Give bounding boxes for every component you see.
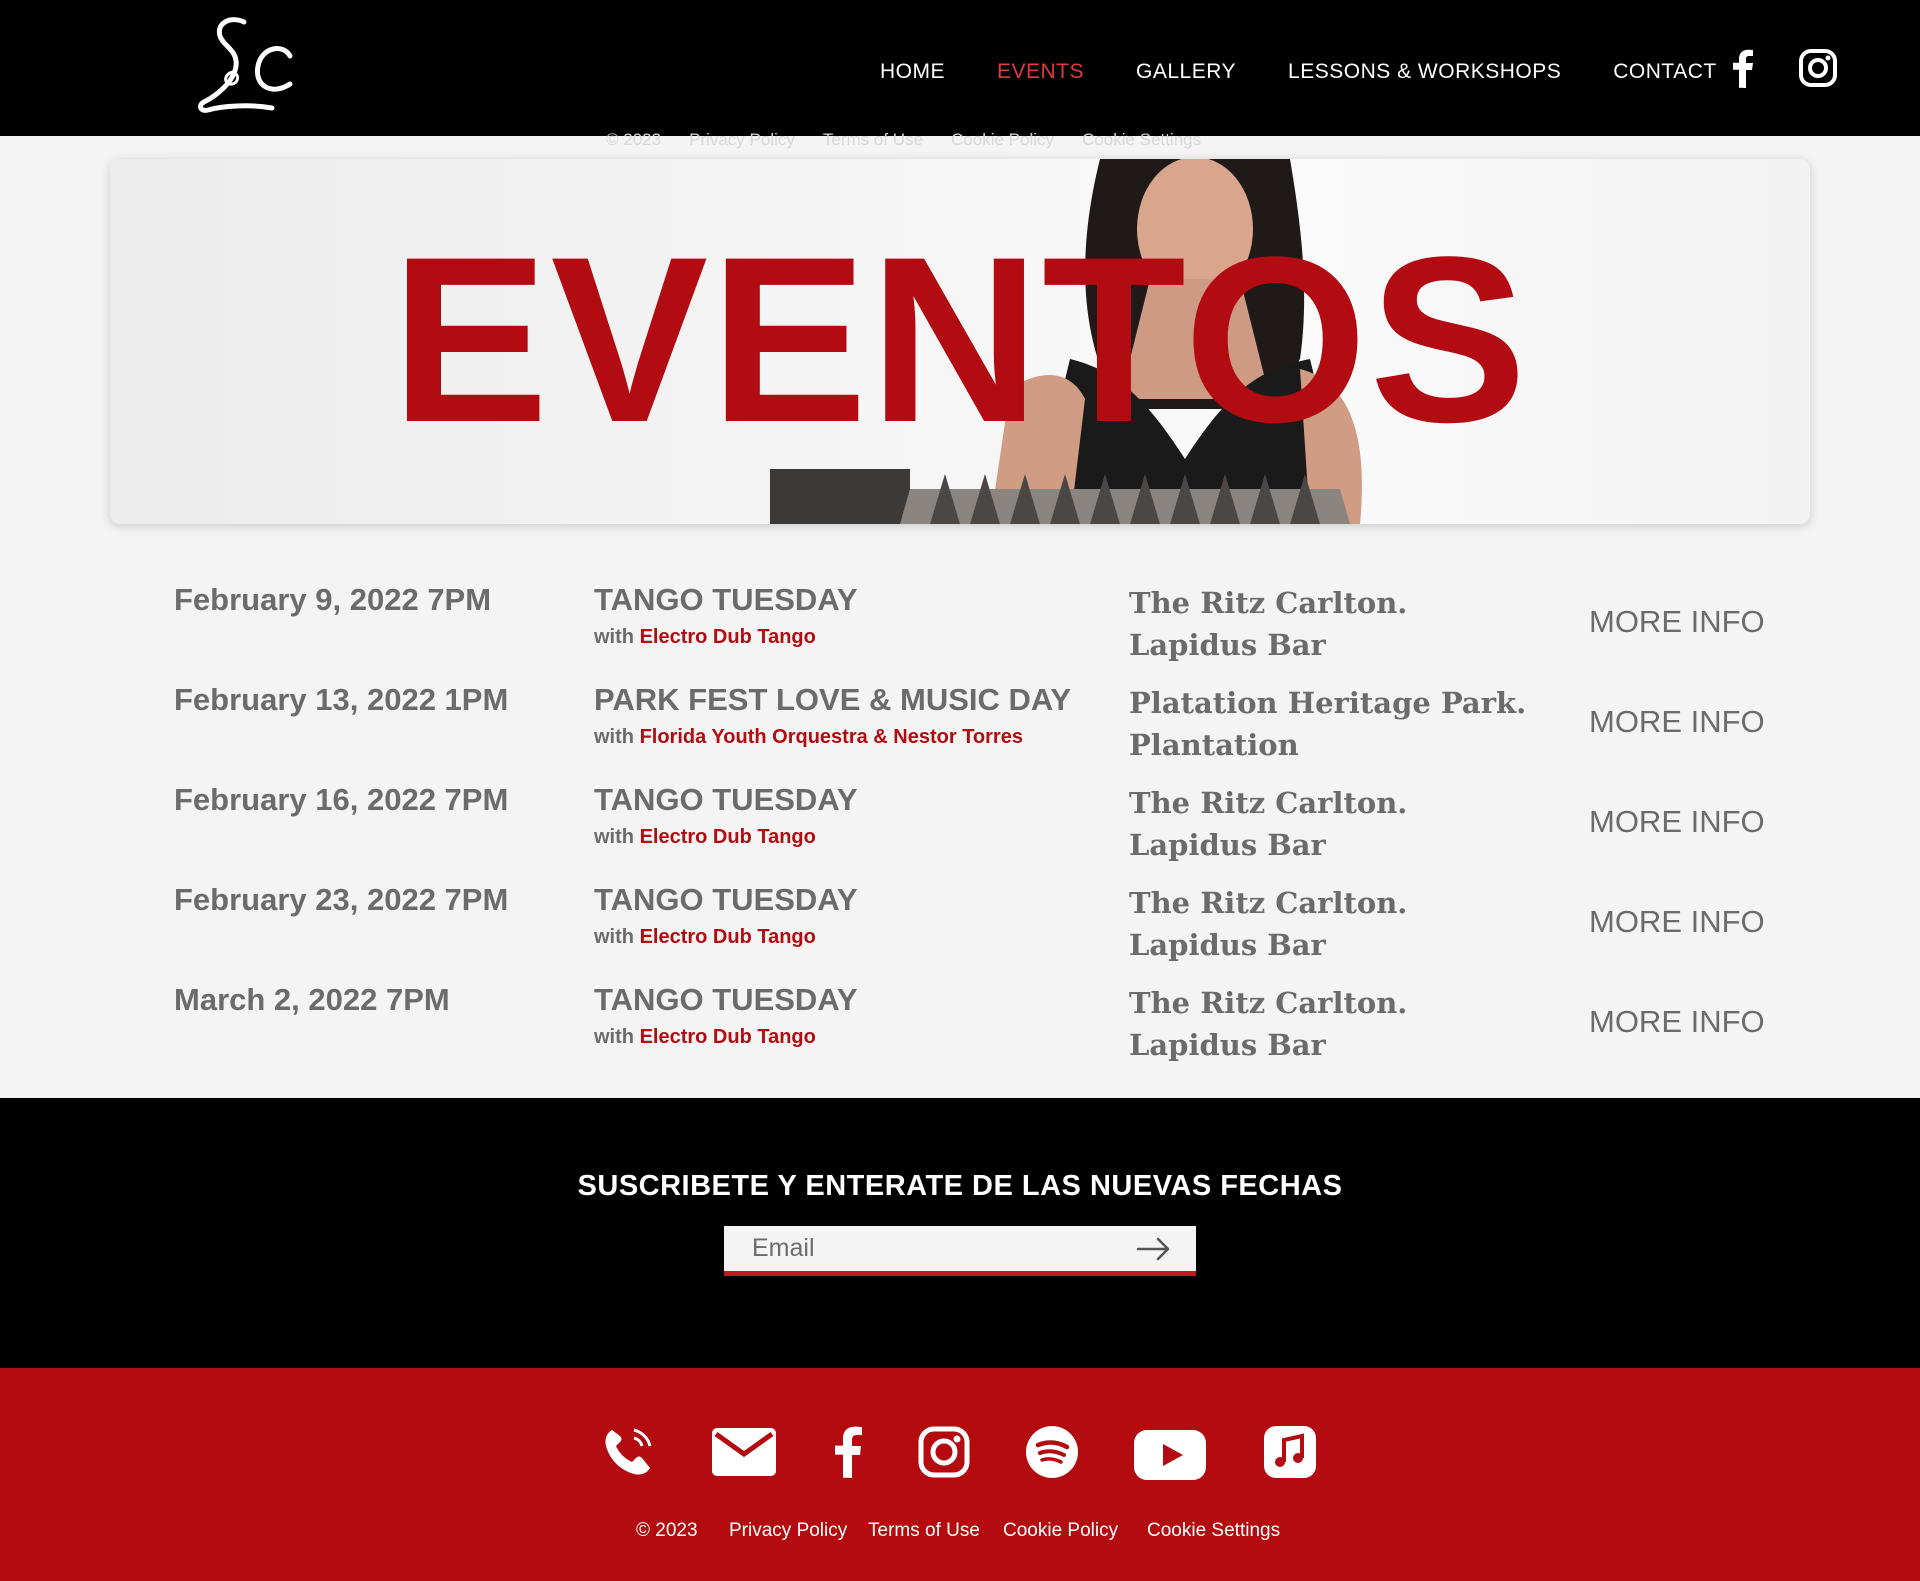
ghost-cookie-settings: Cookie Settings — [1082, 130, 1202, 149]
event-name: TANGO TUESDAY — [594, 582, 858, 617]
terms-of-use-link[interactable]: Terms of Use — [868, 1520, 980, 1542]
event-performer: with Electro Dub Tango — [594, 926, 816, 949]
more-info-link[interactable]: MORE INFO — [1589, 1004, 1765, 1040]
event-date: February 23, 2022 7PM — [174, 882, 509, 917]
event-row: February 9, 2022 7PM TANGO TUESDAY with … — [174, 582, 1774, 682]
more-info-link[interactable]: MORE INFO — [1589, 704, 1765, 740]
nav-contact[interactable]: CONTACT — [1613, 60, 1716, 84]
event-venue: The Ritz Carlton. Lapidus Bar — [1129, 982, 1407, 1066]
spotify-icon[interactable] — [1026, 1426, 1078, 1478]
phone-icon[interactable] — [602, 1426, 654, 1478]
event-performer: with Florida Youth Orquestra & Nestor To… — [594, 726, 1023, 749]
venue-line-2: Lapidus Bar — [1129, 928, 1326, 962]
events-list: February 9, 2022 7PM TANGO TUESDAY with … — [174, 582, 1774, 1082]
venue-line-2: Lapidus Bar — [1129, 828, 1326, 862]
event-date: February 16, 2022 7PM — [174, 782, 509, 817]
event-performer: with Electro Dub Tango — [594, 826, 816, 849]
event-row: March 2, 2022 7PM TANGO TUESDAY with Ele… — [174, 982, 1774, 1082]
youtube-icon[interactable] — [1134, 1430, 1206, 1480]
event-venue: The Ritz Carlton. Lapidus Bar — [1129, 582, 1407, 666]
artist-name: Electro Dub Tango — [639, 1026, 816, 1048]
event-performer: with Electro Dub Tango — [594, 1026, 816, 1049]
ghost-copyright: © 2023 — [606, 130, 662, 149]
hero-photo-bandoneon-player — [770, 159, 1362, 524]
ghost-cookie-policy: Cookie Policy — [951, 130, 1055, 149]
privacy-policy-link[interactable]: Privacy Policy — [729, 1520, 847, 1542]
footer-links: © 2023 Privacy Policy Terms of Use Cooki… — [0, 1520, 1920, 1544]
artist-name: Electro Dub Tango — [639, 926, 816, 948]
with-label: with — [594, 726, 634, 748]
with-label: with — [594, 926, 634, 948]
venue-line-1: Platation Heritage Park. — [1129, 686, 1527, 720]
nav-home[interactable]: HOME — [880, 60, 945, 84]
instagram-icon[interactable] — [1798, 48, 1838, 88]
venue-line-1: The Ritz Carlton. — [1129, 786, 1408, 820]
venue-line-1: The Ritz Carlton. — [1129, 586, 1408, 620]
ghost-terms: Terms of Use — [822, 130, 924, 149]
site-footer: © 2023 Privacy Policy Terms of Use Cooki… — [0, 1368, 1920, 1581]
event-row: February 23, 2022 7PM TANGO TUESDAY with… — [174, 882, 1774, 982]
event-row: February 13, 2022 1PM PARK FEST LOVE & M… — [174, 682, 1774, 782]
nav-events[interactable]: EVENTS — [997, 60, 1084, 84]
artist-name: Florida Youth Orquestra & Nestor Torres — [639, 726, 1023, 748]
event-venue: Platation Heritage Park. Plantation — [1129, 682, 1526, 766]
event-venue: The Ritz Carlton. Lapidus Bar — [1129, 882, 1407, 966]
event-row: February 16, 2022 7PM TANGO TUESDAY with… — [174, 782, 1774, 882]
ghost-privacy: Privacy Policy — [689, 130, 795, 149]
main-nav: HOME EVENTS GALLERY LESSONS & WORKSHOPS … — [880, 60, 1765, 84]
mail-icon[interactable] — [712, 1428, 776, 1476]
subscribe-section: SUSCRIBETE Y ENTERATE DE LAS NUEVAS FECH… — [0, 1098, 1920, 1368]
subscribe-form — [724, 1226, 1196, 1276]
cookie-policy-link[interactable]: Cookie Policy — [1003, 1520, 1118, 1542]
artist-name: Electro Dub Tango — [639, 626, 816, 648]
event-name: TANGO TUESDAY — [594, 982, 858, 1017]
venue-line-1: The Ritz Carlton. — [1129, 986, 1408, 1020]
event-date: March 2, 2022 7PM — [174, 982, 450, 1017]
venue-line-2: Plantation — [1129, 728, 1299, 762]
with-label: with — [594, 826, 634, 848]
artist-name: Electro Dub Tango — [639, 826, 816, 848]
facebook-icon[interactable] — [832, 1426, 864, 1478]
copyright-text: © 2023 — [636, 1520, 698, 1541]
instagram-icon[interactable] — [918, 1426, 970, 1478]
facebook-icon[interactable] — [1724, 48, 1764, 88]
footer-social-icons — [0, 1422, 1920, 1482]
site-header: HOME EVENTS GALLERY LESSONS & WORKSHOPS … — [0, 0, 1920, 136]
more-info-link[interactable]: MORE INFO — [1589, 804, 1765, 840]
with-label: with — [594, 1026, 634, 1048]
apple-music-icon[interactable] — [1264, 1426, 1316, 1478]
event-name: TANGO TUESDAY — [594, 882, 858, 917]
more-info-link[interactable]: MORE INFO — [1589, 604, 1765, 640]
nav-gallery[interactable]: GALLERY — [1136, 60, 1236, 84]
slc-logo[interactable] — [192, 12, 302, 116]
with-label: with — [594, 626, 634, 648]
venue-line-1: The Ritz Carlton. — [1129, 886, 1408, 920]
event-date: February 13, 2022 1PM — [174, 682, 509, 717]
cookie-settings-link[interactable]: Cookie Settings — [1147, 1520, 1280, 1542]
hero-banner — [110, 159, 1810, 524]
event-name: PARK FEST LOVE & MUSIC DAY — [594, 682, 1072, 717]
event-venue: The Ritz Carlton. Lapidus Bar — [1129, 782, 1407, 866]
event-performer: with Electro Dub Tango — [594, 626, 816, 649]
event-date: February 9, 2022 7PM — [174, 582, 492, 617]
venue-line-2: Lapidus Bar — [1129, 1028, 1326, 1062]
arrow-right-icon[interactable] — [1136, 1236, 1172, 1262]
more-info-link[interactable]: MORE INFO — [1589, 904, 1765, 940]
event-name: TANGO TUESDAY — [594, 782, 858, 817]
nav-lessons-workshops[interactable]: LESSONS & WORKSHOPS — [1288, 60, 1561, 84]
ghost-footer-links: © 2023 Privacy Policy Terms of Use Cooki… — [606, 130, 1201, 150]
venue-line-2: Lapidus Bar — [1129, 628, 1326, 662]
email-field[interactable] — [724, 1226, 1124, 1271]
subscribe-title: SUSCRIBETE Y ENTERATE DE LAS NUEVAS FECH… — [577, 1170, 1343, 1202]
